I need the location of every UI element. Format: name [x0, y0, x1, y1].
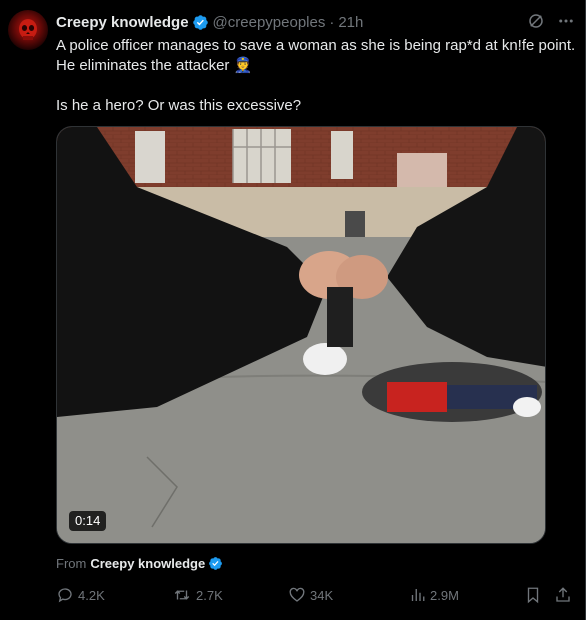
repost-button[interactable]: 2.7K: [172, 584, 223, 606]
views-button[interactable]: 2.9M: [408, 584, 459, 606]
skull-logo: [19, 19, 37, 40]
more-icon[interactable]: [557, 12, 575, 30]
from-name[interactable]: Creepy knowledge: [90, 556, 205, 571]
tweet-text: A police officer manages to save a woman…: [56, 36, 581, 116]
share-icon: [554, 586, 572, 604]
timestamp[interactable]: 21h: [338, 14, 363, 31]
bookmark-button[interactable]: [524, 584, 546, 606]
handle[interactable]: @creepypeoples: [213, 14, 326, 31]
like-icon: [288, 586, 306, 604]
like-count: 34K: [310, 587, 334, 603]
display-name[interactable]: Creepy knowledge: [56, 14, 189, 31]
tweet-text-line-1: A police officer manages to save a woman…: [56, 37, 576, 74]
video-duration: 0:14: [69, 511, 107, 531]
verified-badge-icon: [208, 556, 223, 571]
views-icon: [408, 586, 426, 604]
reply-count: 4.2K: [78, 587, 105, 603]
tweet[interactable]: Creepy knowledge @creepypeoples · 21h A …: [0, 0, 586, 620]
share-button[interactable]: [554, 584, 576, 606]
like-button[interactable]: 34K: [288, 584, 333, 606]
video-frame: [57, 127, 545, 543]
repost-icon: [172, 586, 192, 604]
tweet-text-line-2: Is he a hero? Or was this excessive?: [56, 97, 302, 114]
avatar[interactable]: [8, 10, 48, 50]
reply-button[interactable]: 4.2K: [56, 584, 105, 606]
verified-badge-icon: [192, 14, 209, 31]
tweet-header: Creepy knowledge @creepypeoples · 21h: [56, 12, 363, 32]
action-bar: 4.2K 2.7K 34K 2.9M: [56, 584, 576, 606]
repost-count: 2.7K: [196, 587, 223, 603]
from-label: From: [56, 555, 87, 571]
separator: ·: [329, 13, 335, 31]
top-actions: [527, 12, 575, 30]
from-attribution: From Creepy knowledge: [56, 553, 223, 573]
reply-icon: [56, 586, 74, 604]
grok-icon[interactable]: [527, 12, 545, 30]
bookmark-icon: [524, 586, 542, 604]
video-player[interactable]: 0:14: [56, 126, 546, 544]
views-count: 2.9M: [430, 587, 459, 603]
